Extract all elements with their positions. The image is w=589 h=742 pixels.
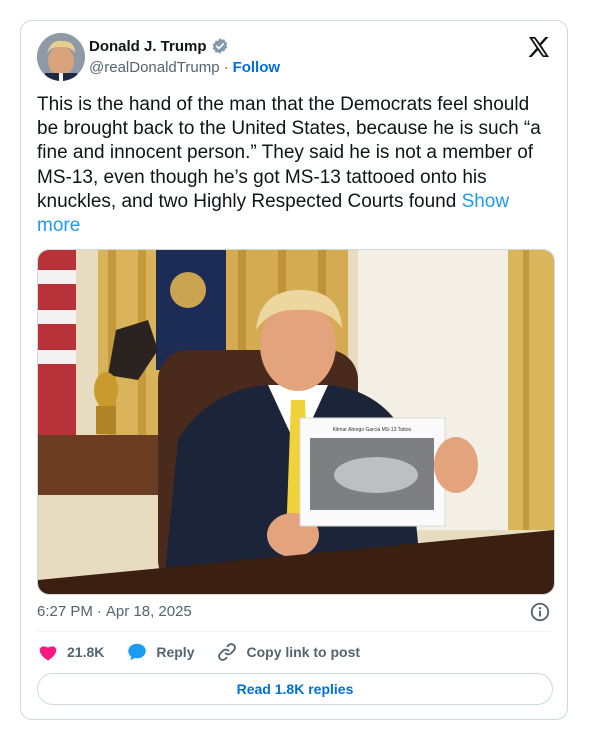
verified-badge-icon [211,37,229,55]
tweet-card: Donald J. Trump @realDonaldTrump · Follo… [20,20,568,720]
heart-icon [39,646,57,661]
tweet-actions: 21.8K Reply Copy link to post [37,641,382,663]
author-display-name[interactable]: Donald J. Trump [89,38,207,55]
reply-label: Reply [156,644,195,660]
x-logo-icon[interactable] [527,35,551,59]
follow-button[interactable]: Follow [233,59,281,76]
link-icon [218,643,237,661]
tweet-time[interactable]: 6:27 PM [37,603,93,620]
like-button[interactable]: 21.8K [37,641,104,663]
author-handle[interactable]: @realDonaldTrump [89,59,220,76]
handle-separator: · [223,59,229,76]
copy-link-label: Copy link to post [246,644,361,660]
speech-bubble-icon [128,643,147,661]
info-icon[interactable] [529,601,551,623]
reply-button[interactable]: Reply [126,641,194,663]
tweet-timestamp: 6:27 PM · Apr 18, 2025 [37,603,192,620]
likes-count: 21.8K [67,644,105,660]
photo-paper-caption: Kilmar Abrego Garcia MS-13 Tattoo [333,427,412,433]
copy-link-button[interactable]: Copy link to post [216,641,360,663]
author-handle-row: @realDonaldTrump · Follow [89,59,280,76]
divider [37,631,551,632]
read-replies-button[interactable]: Read 1.8K replies [37,673,553,705]
timestamp-separator: · [96,603,102,620]
author-name-row: Donald J. Trump [89,37,229,55]
tweet-photo[interactable]: Kilmar Abrego Garcia MS-13 Tattoo [37,249,555,595]
avatar[interactable] [37,33,85,81]
tweet-date[interactable]: Apr 18, 2025 [106,603,192,620]
tweet-text: This is the hand of the man that the Dem… [37,93,555,238]
